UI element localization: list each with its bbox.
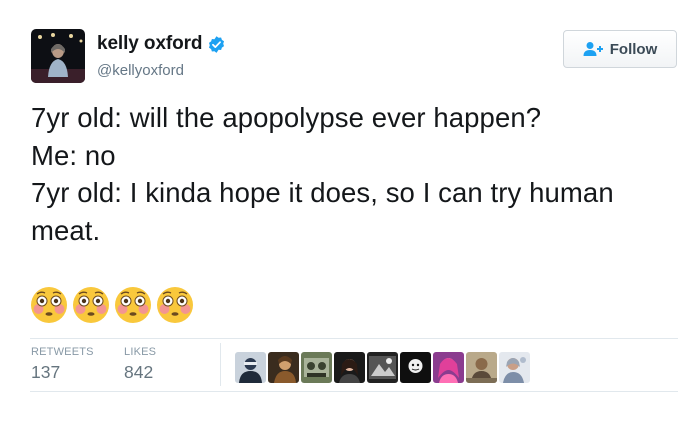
divider	[30, 338, 678, 339]
retweets-count: 137	[31, 362, 61, 382]
tweet-line: 7yr old: will the apopolypse ever happen…	[31, 102, 542, 133]
add-user-icon	[583, 41, 603, 57]
user-handle[interactable]: @kellyoxford	[97, 62, 184, 79]
liker-avatar-icon[interactable]	[466, 352, 497, 383]
likes-stat[interactable]: LIKES 842	[124, 346, 156, 383]
emoji-row	[30, 286, 194, 324]
retweets-stat[interactable]: RETWEETS 137	[31, 346, 94, 383]
liker-avatar-icon[interactable]	[400, 352, 431, 383]
follow-button[interactable]: Follow	[563, 30, 677, 68]
profile-photo-icon	[31, 29, 85, 83]
flushed-face-icon	[114, 286, 152, 324]
tweet-line: 7yr old: I kinda hope it does, so I can …	[31, 177, 614, 208]
name-row: kelly oxford	[97, 33, 226, 55]
tweet-card: kelly oxford @kellyoxford Follow 7yr old…	[0, 0, 700, 433]
liker-avatar-icon[interactable]	[334, 352, 365, 383]
likes-label: LIKES	[124, 346, 157, 358]
profile-avatar[interactable]	[31, 29, 85, 83]
liker-avatar-icon[interactable]	[433, 352, 464, 383]
tweet-line: Me: no	[31, 139, 116, 171]
flushed-face-icon	[30, 286, 68, 324]
flushed-face-icon	[72, 286, 110, 324]
liker-avatar-icon[interactable]	[301, 352, 332, 383]
retweets-label: RETWEETS	[31, 346, 94, 358]
liker-avatar-icon[interactable]	[268, 352, 299, 383]
flushed-face-icon	[156, 286, 194, 324]
follow-button-label: Follow	[609, 40, 658, 58]
stats-divider	[220, 343, 221, 386]
divider	[30, 391, 678, 392]
display-name[interactable]: kelly oxford	[97, 33, 203, 55]
liker-avatar-icon[interactable]	[499, 352, 530, 383]
tweet-line: meat.	[31, 214, 101, 246]
tweet-text: 7yr old: will the apopolypse ever happen…	[31, 99, 691, 249]
verified-badge-icon	[207, 35, 226, 54]
likes-count: 842	[124, 362, 154, 382]
liker-avatar-icon[interactable]	[235, 352, 266, 383]
liker-avatars	[235, 352, 530, 383]
liker-avatar-icon[interactable]	[367, 352, 398, 383]
